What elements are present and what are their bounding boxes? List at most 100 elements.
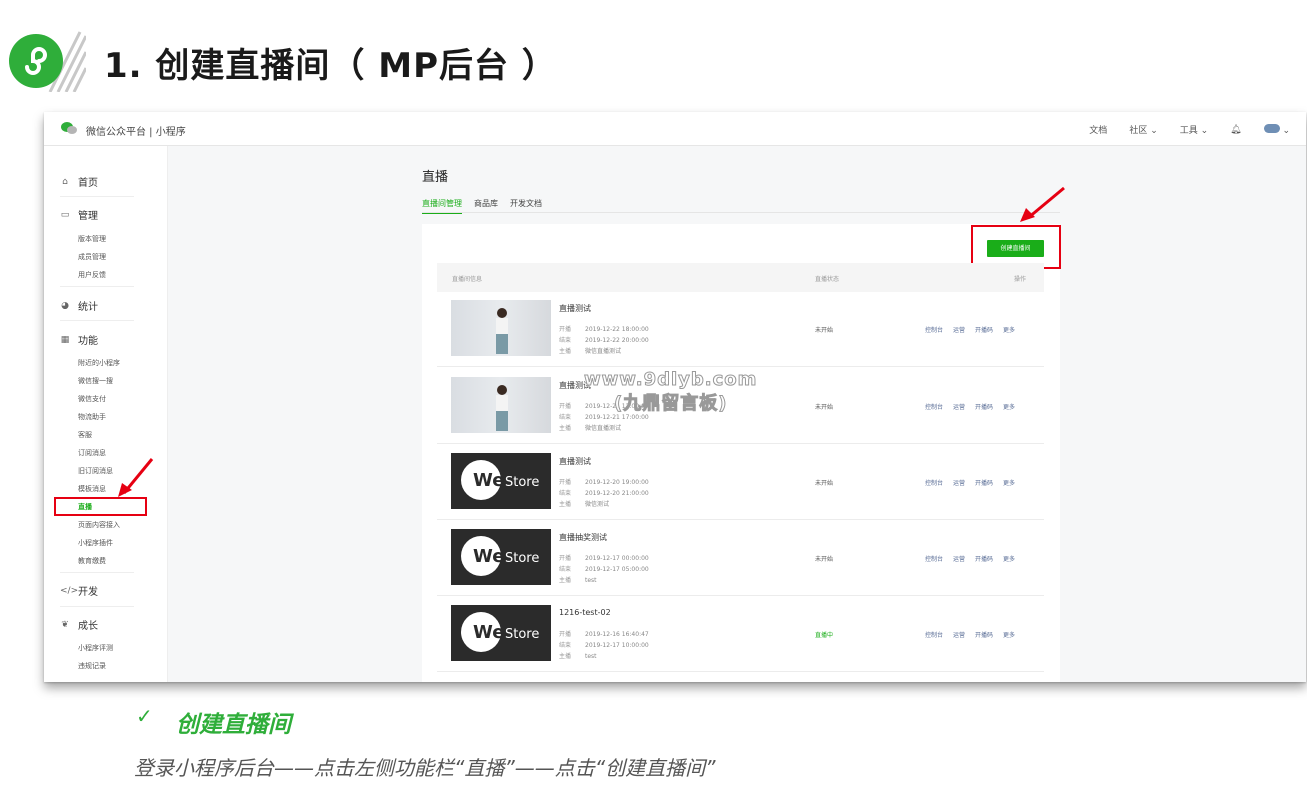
sidebar-item-pay[interactable]: 微信支付 [78, 394, 106, 404]
status-badge: 未开始 [815, 404, 834, 411]
divider [60, 196, 134, 197]
westore-we: We [473, 470, 505, 491]
row-actions: 控制台 运营 开播码 更多 [925, 630, 1015, 639]
docs-link[interactable]: 文档 [1089, 123, 1107, 136]
sidebar-item-content[interactable]: 页面内容接入 [78, 520, 120, 530]
console-link[interactable]: 控制台 [925, 478, 943, 487]
sidebar-item-nearby[interactable]: 附近的小程序 [78, 358, 120, 368]
meta-label: 开播 [559, 403, 572, 410]
sidebar-item-old-subscribe[interactable]: 旧订阅消息 [78, 466, 113, 476]
room-start: 开播 2019-12-20 19:00:00 [559, 477, 649, 486]
sidebar-item-review[interactable]: 小程序评测 [78, 643, 113, 653]
meta-value: 微信直播测试 [585, 425, 622, 432]
room-host: 主播 test [559, 651, 597, 660]
meta-value: 微信直播测试 [585, 348, 622, 355]
sidebar: ⌂ 首页 ▭ 管理 版本管理 成员管理 用户反馈 ◕ 统计 ▦ 功能 附近的小程序 微信… [44, 146, 168, 682]
person-photo-icon [496, 385, 508, 431]
more-link[interactable]: 更多 [1003, 554, 1015, 563]
sidebar-item-subscribe[interactable]: 订阅消息 [78, 448, 106, 458]
live-code-link[interactable]: 开播码 [975, 478, 993, 487]
row-actions: 控制台 运营 开播码 更多 [925, 478, 1015, 487]
operate-link[interactable]: 运营 [953, 554, 965, 563]
meta-value: 2019-12-16 16:40:47 [585, 631, 649, 638]
room-start: 开播 2019-12-22 18:00:00 [559, 324, 649, 333]
meta-value: 2019-12-22 18:00:00 [585, 326, 649, 333]
cover-thumbnail [451, 377, 551, 433]
sidebar-item-members[interactable]: 成员管理 [78, 252, 106, 262]
sidebar-item-home[interactable]: ⌂ 首页 [60, 174, 98, 190]
meta-value: 2019-12-20 19:00:00 [585, 479, 649, 486]
tab-underline [422, 212, 1060, 213]
caption-text: 登录小程序后台——点击左侧功能栏“直播”——点击“创建直播间” [134, 756, 716, 780]
sidebar-item-violation[interactable]: 违规记录 [78, 661, 106, 671]
table-header: 直播间信息 直播状态 操作 [437, 263, 1044, 292]
room-host: 主播 微信直播测试 [559, 423, 621, 432]
sidebar-item-template[interactable]: 模板消息 [78, 484, 106, 494]
meta-value: 2019-12-22 20:00:00 [585, 337, 649, 344]
watermark-line: www.9dlyb.com [583, 369, 758, 391]
status-badge: 未开始 [815, 556, 834, 563]
wechat-logo-icon [61, 122, 77, 134]
sidebar-label: 成长 [78, 621, 98, 632]
tools-menu[interactable]: 工具 ⌄ [1180, 123, 1208, 136]
live-code-link[interactable]: 开播码 [975, 554, 993, 563]
console-link[interactable]: 控制台 [925, 325, 943, 334]
console-link[interactable]: 控制台 [925, 630, 943, 639]
bell-icon[interactable]: 🔔︎ [1230, 125, 1241, 135]
meta-label: 结束 [559, 642, 572, 649]
live-code-link[interactable]: 开播码 [975, 402, 993, 411]
meta-value: 微信测试 [585, 501, 610, 508]
sidebar-item-features[interactable]: ▦ 功能 [60, 332, 98, 348]
sidebar-item-search[interactable]: 微信搜一搜 [78, 376, 113, 386]
operate-link[interactable]: 运营 [953, 630, 965, 639]
community-label: 社区 [1129, 126, 1148, 136]
status-badge: 直播中 [815, 632, 834, 639]
chevron-down-icon: ⌄ [1279, 125, 1290, 136]
sidebar-item-logistics[interactable]: 物流助手 [78, 412, 106, 422]
account-menu[interactable]: ⌄ [1263, 123, 1290, 136]
status-badge: 未开始 [815, 480, 834, 487]
caption-title: 创建直播间 [176, 712, 291, 738]
sidebar-item-stats[interactable]: ◕ 统计 [60, 298, 98, 314]
console-link[interactable]: 控制台 [925, 554, 943, 563]
sidebar-item-plugin[interactable]: 小程序插件 [78, 538, 113, 548]
table-row: We Store 直播抽奖测试 开播 2019-12-17 00:00:00 结束 2019… [437, 520, 1044, 596]
meta-value: 2019-12-17 00:00:00 [585, 555, 649, 562]
brand-label[interactable]: 微信公众平台 | 小程序 [86, 123, 186, 138]
row-actions: 控制台 运营 开播码 更多 [925, 554, 1015, 563]
room-name: 直播抽奖测试 [559, 533, 607, 542]
more-link[interactable]: 更多 [1003, 325, 1015, 334]
sidebar-label: 首页 [78, 178, 98, 189]
sidebar-item-feedback[interactable]: 用户反馈 [78, 270, 106, 280]
community-menu[interactable]: 社区 ⌄ [1129, 123, 1157, 136]
sidebar-item-version[interactable]: 版本管理 [78, 234, 106, 244]
sidebar-item-service[interactable]: 客服 [78, 430, 92, 440]
sidebar-label: 统计 [78, 302, 98, 313]
sidebar-item-dev[interactable]: </> 开发 [60, 583, 98, 599]
more-link[interactable]: 更多 [1003, 630, 1015, 639]
cover-thumbnail: We Store [451, 605, 551, 661]
watermark-line: (九鼎留言板) [613, 393, 728, 415]
operate-link[interactable]: 运营 [953, 478, 965, 487]
room-host: 主播 微信直播测试 [559, 346, 621, 355]
column-header-ops: 操作 [1014, 276, 1027, 283]
column-header-info: 直播间信息 [452, 276, 483, 283]
more-link[interactable]: 更多 [1003, 478, 1015, 487]
table-row: We Store 1216-test-02 开播 2019-12-16 16:40:47… [437, 596, 1044, 672]
avatar [1263, 123, 1280, 133]
sidebar-item-education[interactable]: 教育缴费 [78, 556, 106, 566]
room-start: 开播 2019-12-17 00:00:00 [559, 553, 649, 562]
operate-link[interactable]: 运营 [953, 325, 965, 334]
room-start: 开播 2019-12-16 16:40:47 [559, 629, 649, 638]
live-code-link[interactable]: 开播码 [975, 325, 993, 334]
meta-label: 开播 [559, 555, 572, 562]
operate-link[interactable]: 运营 [953, 402, 965, 411]
meta-label: 开播 [559, 479, 572, 486]
sidebar-item-manage[interactable]: ▭ 管理 [60, 207, 98, 223]
console-link[interactable]: 控制台 [925, 402, 943, 411]
live-code-link[interactable]: 开播码 [975, 630, 993, 639]
meta-value: 2019-12-17 05:00:00 [585, 566, 649, 573]
more-link[interactable]: 更多 [1003, 402, 1015, 411]
top-bar: 微信公众平台 | 小程序 文档 社区 ⌄ 工具 ⌄ 🔔︎ ⌄ [44, 112, 1306, 146]
sidebar-item-growth[interactable]: ❦ 成长 [60, 617, 98, 633]
